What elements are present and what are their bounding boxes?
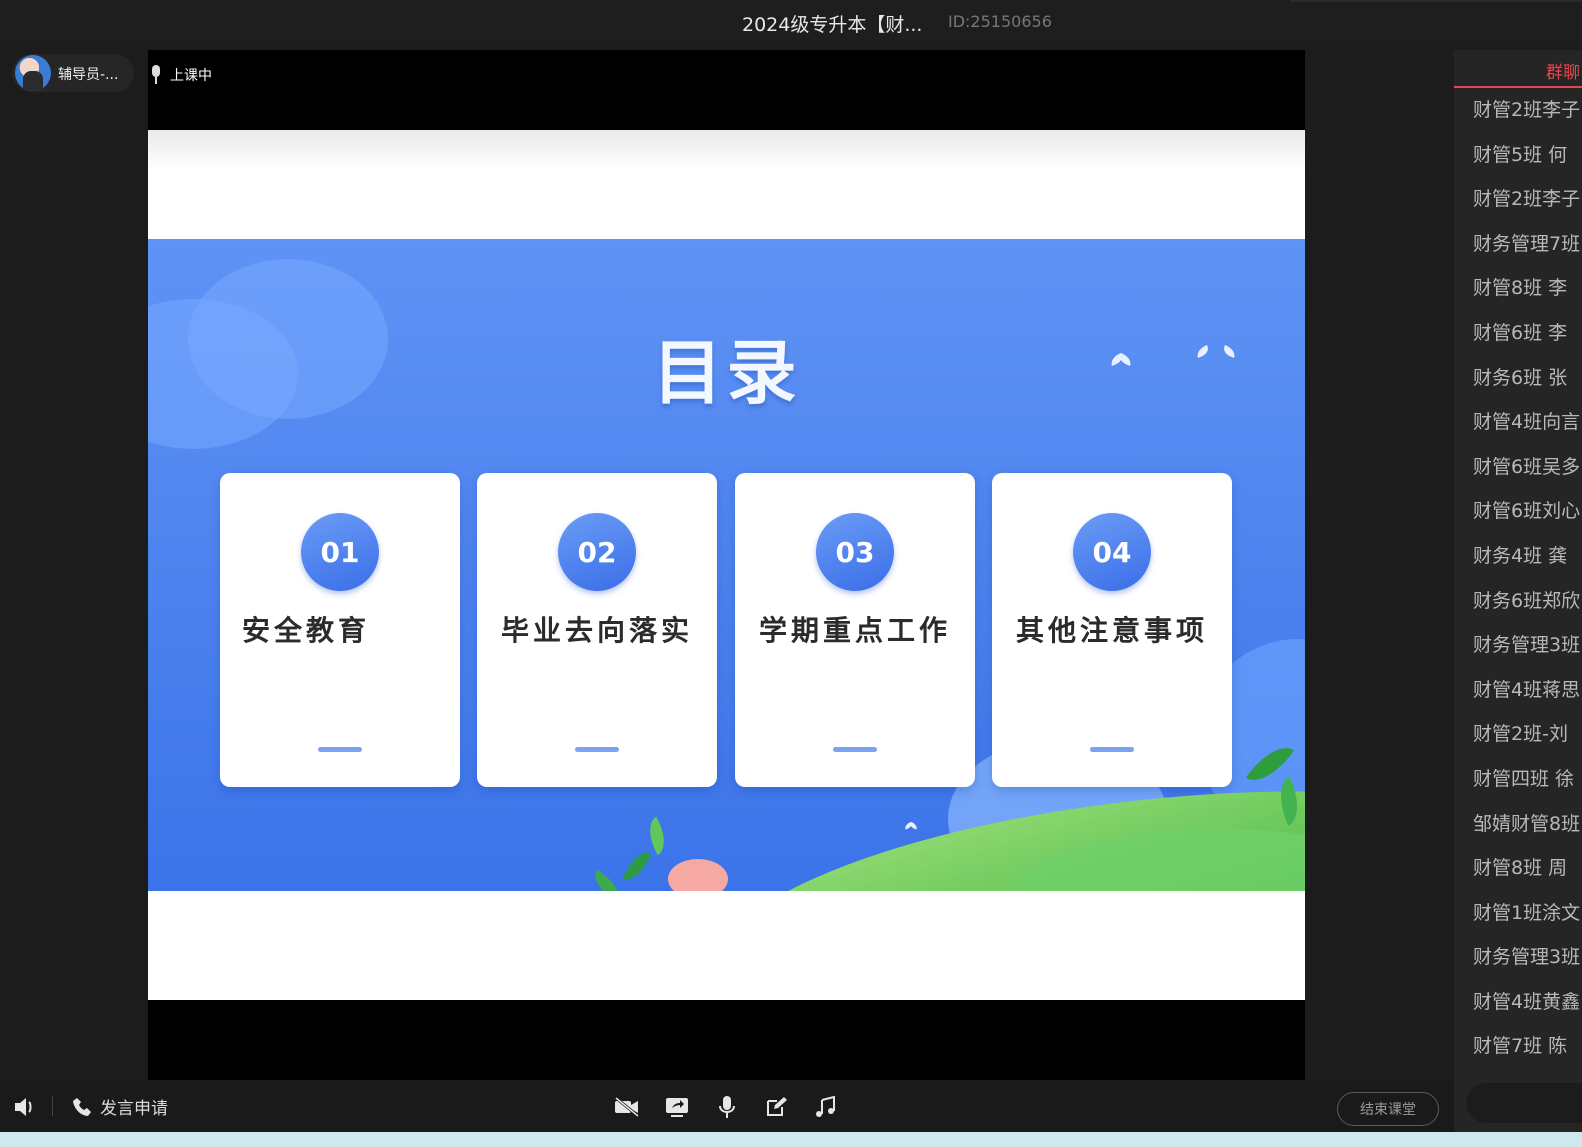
member-list: 财管2班李子 财管5班 何 财管2班李子 财务管理7班 财管8班 李 财管6班 …	[1454, 88, 1582, 1069]
list-item[interactable]: 财管6班吴多	[1454, 445, 1582, 490]
slide-title: 目录	[652, 332, 801, 414]
list-item[interactable]: 财务管理3班	[1454, 935, 1582, 980]
toc-number: 03	[816, 513, 894, 591]
list-item[interactable]: 邹婧财管8班	[1454, 802, 1582, 847]
list-item[interactable]: 财务管理3班	[1454, 623, 1582, 668]
toc-label: 毕业去向落实	[500, 614, 693, 647]
edit-icon[interactable]	[763, 1094, 789, 1120]
list-item[interactable]: 财管2班李子	[1454, 88, 1582, 133]
card-dash	[833, 747, 877, 752]
live-status-label: 上课中	[170, 68, 212, 84]
list-item[interactable]: 财务6班郑欣	[1454, 579, 1582, 624]
leaf-decoration	[587, 869, 627, 891]
card-dash	[1090, 747, 1134, 752]
main-stage: 上课中 目录 01 安全教育 02 毕业去向落实 03 学期重点工作 04 其他…	[148, 50, 1305, 1080]
title-bar: 2024级专升本【财... ID:25150656	[0, 0, 1582, 46]
list-item[interactable]: 财务6班 张	[1454, 356, 1582, 401]
card-dash	[575, 747, 619, 752]
list-item[interactable]: 财管6班 李	[1454, 311, 1582, 356]
list-item[interactable]: 财管四班 徐	[1454, 757, 1582, 802]
flower-decoration	[668, 859, 728, 891]
toc-label: 学期重点工作	[758, 614, 951, 647]
speaker-icon[interactable]	[12, 1094, 38, 1120]
music-icon[interactable]	[812, 1094, 838, 1120]
microphone-icon[interactable]	[714, 1094, 740, 1120]
teacher-chip[interactable]: 辅导员-...	[12, 54, 134, 92]
list-item[interactable]: 财管2班李子	[1454, 177, 1582, 222]
tab-group-chat[interactable]: 群聊	[1454, 50, 1582, 88]
speak-request-button[interactable]: 发言申请	[72, 1094, 168, 1119]
chat-input[interactable]	[1466, 1083, 1582, 1123]
list-item[interactable]: 财管8班 周	[1454, 846, 1582, 891]
window-title: 2024级专升本【财...	[742, 14, 923, 36]
list-item[interactable]: 财务管理7班	[1454, 222, 1582, 267]
bird-icon	[904, 823, 917, 829]
chat-input-area	[1454, 1080, 1582, 1132]
microphone-icon	[150, 65, 162, 85]
end-class-button[interactable]: 结束课堂	[1337, 1092, 1439, 1126]
member-sidebar: 群聊 财管2班李子 财管5班 何 财管2班李子 财务管理7班 财管8班 李 财管…	[1454, 50, 1582, 1080]
toc-card-4: 04 其他注意事项	[992, 473, 1232, 787]
live-status: 上课中	[150, 65, 212, 85]
toc-card-1: 01 安全教育	[220, 473, 460, 787]
list-item[interactable]: 财务4班 龚	[1454, 534, 1582, 579]
list-item[interactable]: 财管7班 陈	[1454, 1024, 1582, 1069]
presentation-slide: 目录 01 安全教育 02 毕业去向落实 03 学期重点工作 04 其他注意事项	[148, 130, 1305, 1000]
toc-number: 04	[1073, 513, 1151, 591]
card-dash	[318, 747, 362, 752]
tab-group-chat-label: 群聊	[1546, 63, 1580, 83]
leaf-decoration	[640, 816, 674, 856]
camera-off-icon[interactable]	[614, 1094, 640, 1120]
bird-icon	[1196, 347, 1236, 365]
title-bar-edge	[1290, 0, 1582, 2]
list-item[interactable]: 财管4班黄鑫	[1454, 980, 1582, 1025]
toolbar-divider	[52, 1096, 53, 1116]
list-item[interactable]: 财管6班刘心	[1454, 489, 1582, 534]
teacher-name: 辅导员-...	[58, 67, 119, 83]
screen-share-icon[interactable]	[664, 1094, 690, 1120]
speak-request-label: 发言申请	[100, 1099, 168, 1119]
slide-top-shade	[148, 130, 1305, 170]
list-item[interactable]: 财管4班向言	[1454, 400, 1582, 445]
list-item[interactable]: 财管2班-刘	[1454, 712, 1582, 757]
leaf-decoration	[622, 846, 652, 886]
room-id: ID:25150656	[948, 12, 1052, 31]
phone-icon	[73, 1097, 91, 1116]
list-item[interactable]: 财管1班涂文	[1454, 891, 1582, 936]
list-item[interactable]: 财管8班 李	[1454, 266, 1582, 311]
avatar	[15, 55, 51, 91]
toc-card-3: 03 学期重点工作	[735, 473, 975, 787]
bird-icon	[1110, 355, 1132, 365]
slide-blue-panel: 目录 01 安全教育 02 毕业去向落实 03 学期重点工作 04 其他注意事项	[148, 239, 1305, 891]
toc-label: 安全教育	[242, 614, 371, 647]
toc-number: 02	[558, 513, 636, 591]
toc-label: 其他注意事项	[1015, 614, 1208, 647]
list-item[interactable]: 财管5班 何	[1454, 133, 1582, 178]
toc-card-2: 02 毕业去向落实	[477, 473, 717, 787]
bottom-edge-strip	[0, 1132, 1582, 1147]
toc-number: 01	[301, 513, 379, 591]
list-item[interactable]: 财管4班蒋思	[1454, 668, 1582, 713]
